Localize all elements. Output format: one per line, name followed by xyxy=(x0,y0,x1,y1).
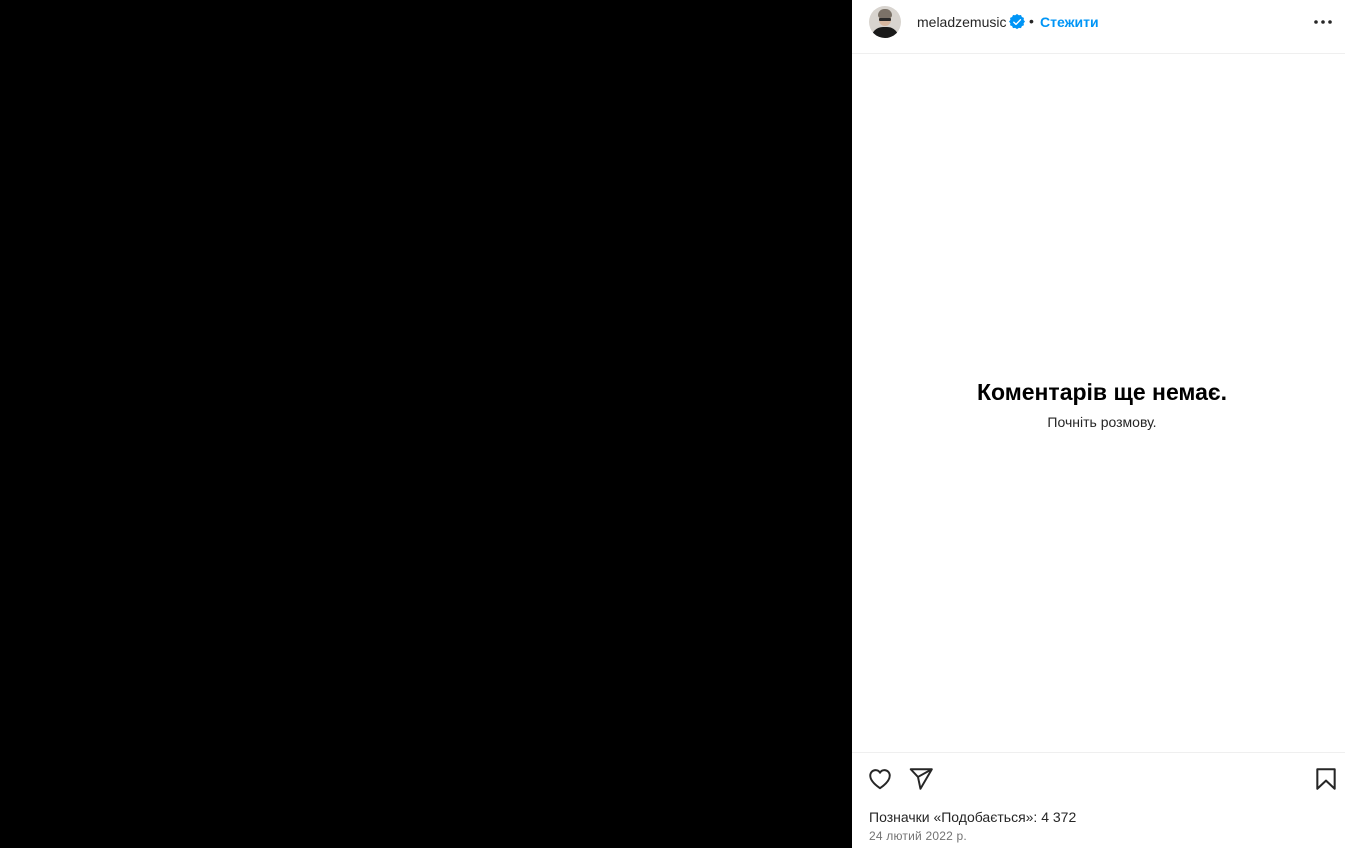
likes-number: 4 372 xyxy=(1041,809,1077,825)
likes-count[interactable]: Позначки «Подобається»: 4 372 xyxy=(869,809,1076,825)
post-date[interactable]: 24 лютий 2022 р. xyxy=(869,829,967,843)
likes-label: Позначки «Подобається»: xyxy=(869,809,1038,825)
empty-comments-title: Коментарів ще немає. xyxy=(976,379,1228,405)
username-link[interactable]: meladzemusic xyxy=(917,14,1006,30)
more-horizontal-icon[interactable] xyxy=(1311,12,1335,32)
post-footer: Позначки «Подобається»: 4 372 24 лютий 2… xyxy=(852,752,1345,848)
verified-badge-icon xyxy=(1009,13,1025,30)
bookmark-icon[interactable] xyxy=(1313,766,1339,792)
avatar[interactable] xyxy=(869,6,901,38)
post-media[interactable] xyxy=(0,0,852,848)
post-side-panel: meladzemusic • Стежити Коментарів ще нем… xyxy=(852,0,1345,848)
follow-button[interactable]: Стежити xyxy=(1040,14,1099,30)
heart-icon[interactable] xyxy=(867,766,893,792)
separator-dot: • xyxy=(1029,13,1034,29)
post-viewer: meladzemusic • Стежити Коментарів ще нем… xyxy=(0,0,1345,848)
empty-comments-subtitle: Почніть розмову. xyxy=(1047,414,1157,430)
post-header: meladzemusic • Стежити xyxy=(852,0,1345,54)
paper-plane-icon[interactable] xyxy=(908,766,934,792)
